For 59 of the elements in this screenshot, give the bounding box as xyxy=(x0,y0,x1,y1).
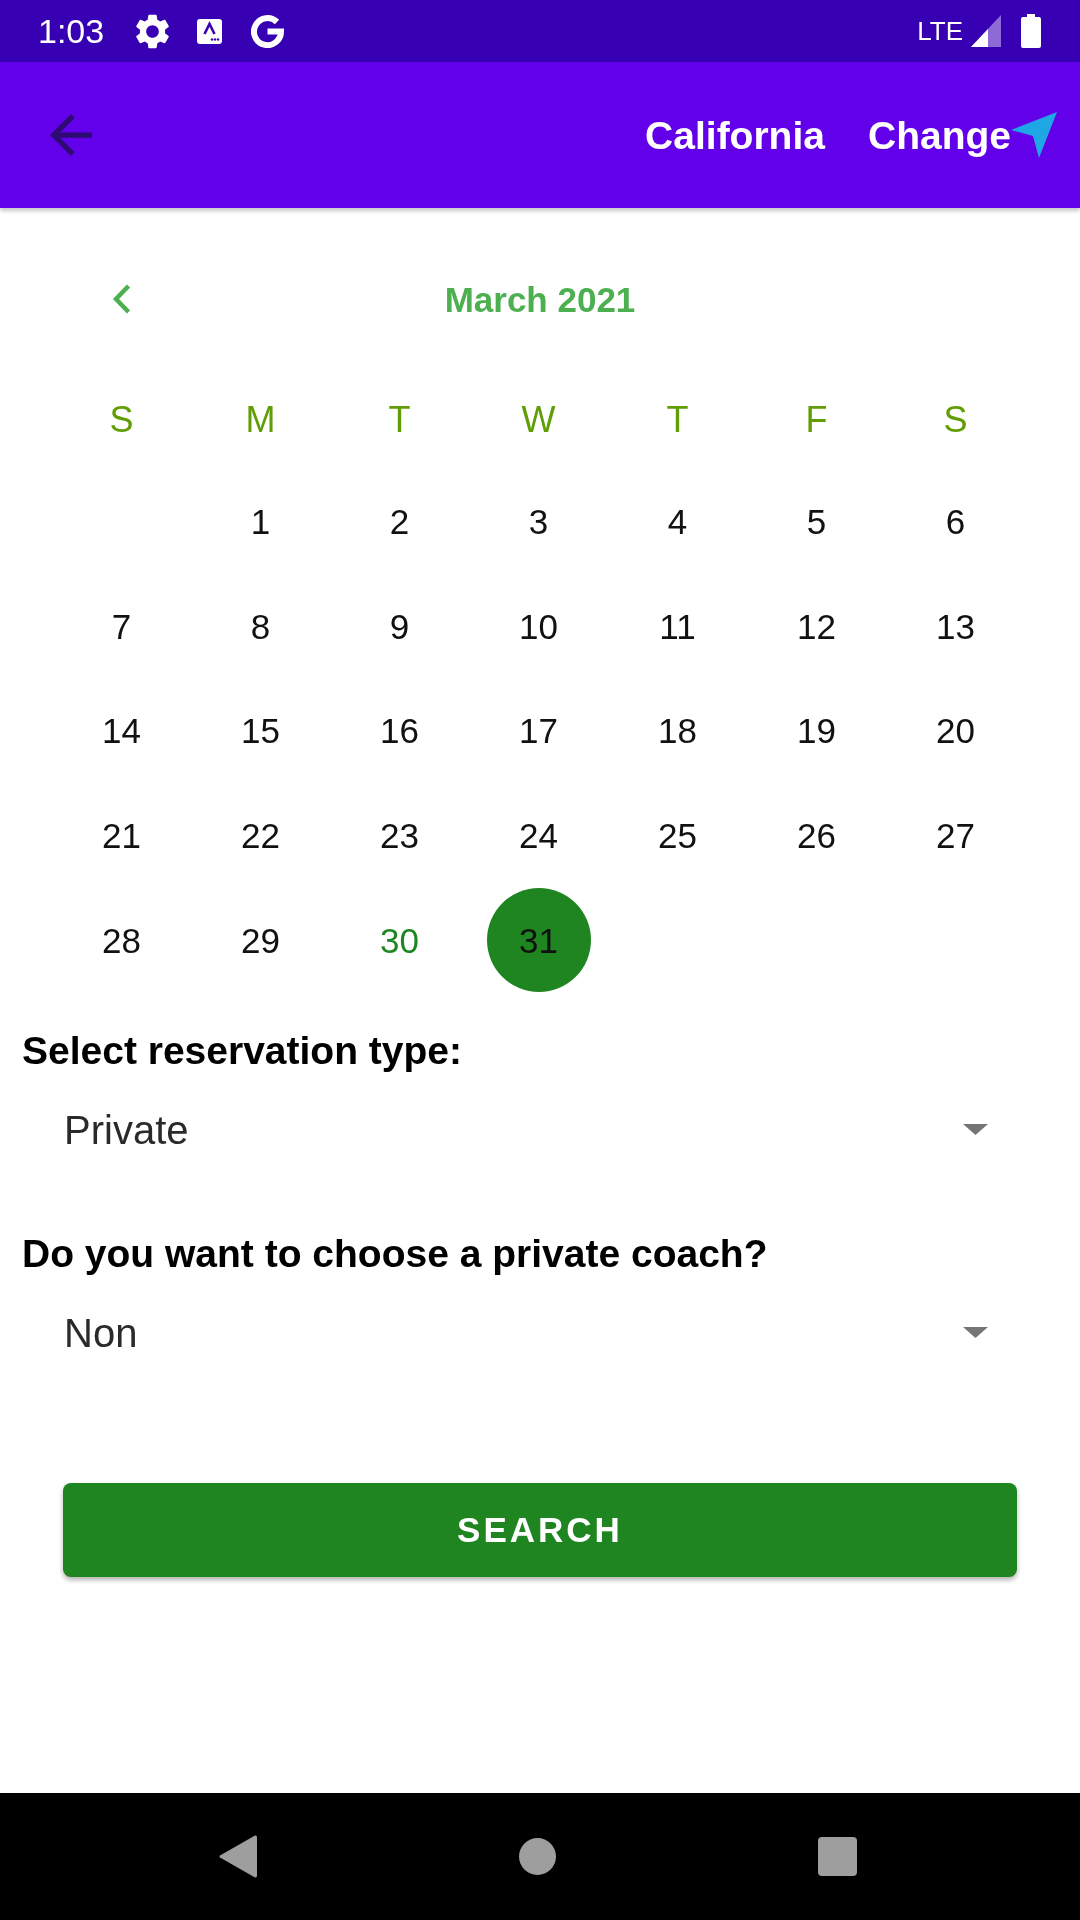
calendar-day[interactable]: 10 xyxy=(519,608,558,644)
logo-icon xyxy=(251,14,285,48)
dropdown[interactable]: Private xyxy=(40,1099,1012,1160)
calendar-day[interactable]: 16 xyxy=(380,713,419,749)
caret-down-icon xyxy=(963,1327,988,1339)
calendar-day[interactable]: 7 xyxy=(111,608,132,644)
calendar-day[interactable]: 13 xyxy=(936,608,975,644)
calendar-day[interactable]: 29 xyxy=(241,922,280,958)
calendar-day[interactable]: 1 xyxy=(250,503,271,539)
status-time: 1:03 xyxy=(38,14,105,48)
weekday-label: M xyxy=(245,402,276,438)
signal-icon xyxy=(971,15,1001,47)
chevron-left-icon xyxy=(112,284,131,314)
tile-icon xyxy=(197,18,223,44)
calendar-day[interactable]: 3 xyxy=(528,503,549,539)
calendar-day[interactable]: 28 xyxy=(102,922,141,958)
calendar-day[interactable]: 14 xyxy=(102,713,141,749)
calendar-day[interactable]: 25 xyxy=(658,818,697,854)
arrow-left-icon xyxy=(50,114,92,156)
location-title: California xyxy=(645,115,825,155)
calendar-day[interactable]: 23 xyxy=(380,818,419,854)
calendar-day[interactable]: 27 xyxy=(936,818,975,854)
network-label: LTE xyxy=(917,18,963,44)
change-button[interactable]: Change xyxy=(868,112,1057,158)
calendar-day[interactable]: 18 xyxy=(658,713,697,749)
calendar-day[interactable]: 5 xyxy=(806,503,827,539)
calendar-day[interactable]: 6 xyxy=(945,503,966,539)
weekday-label: F xyxy=(805,402,828,438)
back-triangle-icon[interactable] xyxy=(219,1835,257,1878)
calendar-day[interactable]: 11 xyxy=(659,608,696,644)
calendar-day[interactable]: 31 xyxy=(486,888,591,993)
battery-icon xyxy=(1021,14,1041,48)
caret-down-icon xyxy=(963,1124,988,1136)
calendar-day[interactable]: 17 xyxy=(519,713,558,749)
calendar-day[interactable]: 9 xyxy=(389,608,410,644)
weekday-label: S xyxy=(943,402,968,438)
weekday-label: T xyxy=(388,402,411,438)
calendar-day[interactable]: 19 xyxy=(797,713,836,749)
calendar-day[interactable]: 2 xyxy=(389,503,410,539)
calendar-day[interactable]: 21 xyxy=(102,818,141,854)
calendar-day[interactable]: 24 xyxy=(519,818,558,854)
dropdown[interactable]: Non xyxy=(40,1302,1012,1363)
paper-plane-icon xyxy=(1011,112,1057,158)
gear-icon xyxy=(136,13,170,49)
weekday-label: W xyxy=(521,402,556,438)
field-label: Select reservation type: xyxy=(22,1027,464,1074)
calendar-day[interactable]: 30 xyxy=(380,922,419,958)
calendar-day[interactable]: 4 xyxy=(667,503,688,539)
field-label: Do you want to choose a private coach? xyxy=(22,1230,769,1277)
calendar-day[interactable]: 22 xyxy=(241,818,280,854)
calendar-day[interactable]: 26 xyxy=(797,818,836,854)
weekday-label: S xyxy=(109,402,134,438)
search-button[interactable]: SEARCH xyxy=(63,1482,1017,1577)
calendar-day[interactable]: 20 xyxy=(936,713,975,749)
calendar-day[interactable]: 15 xyxy=(241,713,280,749)
calendar-day[interactable]: 12 xyxy=(797,608,836,644)
month-title: March 2021 xyxy=(444,281,636,317)
calendar-day[interactable]: 8 xyxy=(250,608,271,644)
weekday-label: T xyxy=(666,402,689,438)
